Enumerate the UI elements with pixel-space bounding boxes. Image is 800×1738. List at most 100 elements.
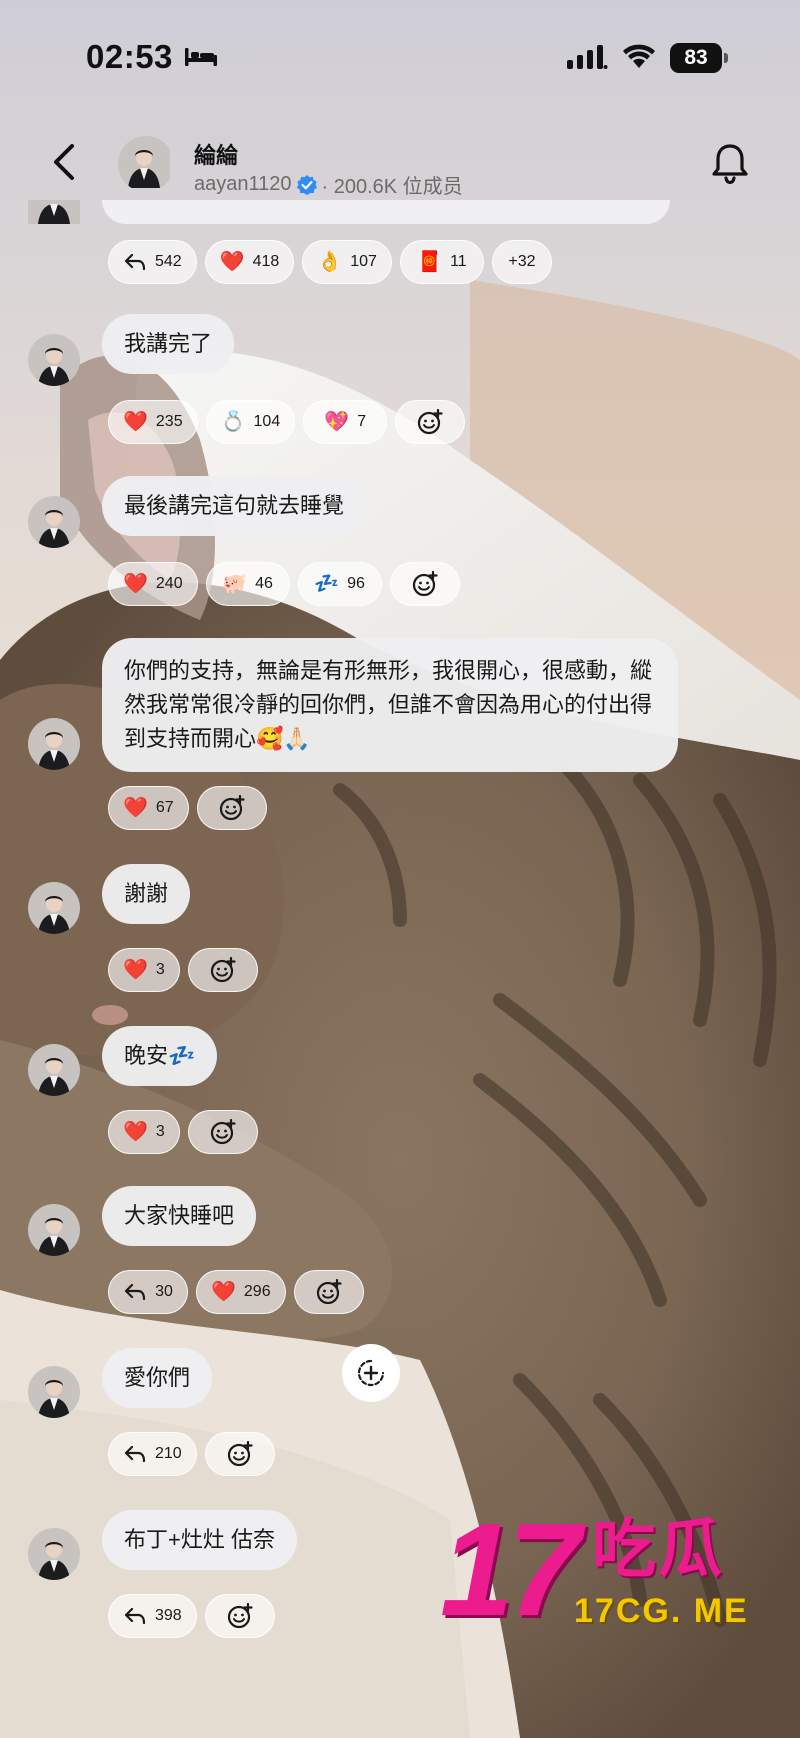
message-bubble[interactable]: 愛你們 [102,1348,213,1408]
reaction-bar: ❤️ 67 [108,786,267,832]
red-heart-emoji: ❤️ [123,573,148,595]
reaction-heart[interactable]: ❤️ 240 [108,562,198,606]
message-bubble[interactable]: 你們的支持，無論是有形無形，我很開心，很感動，縱然我常常很冷靜的回你們，但誰不會… [102,638,678,772]
watermark-logo: 17 吃瓜 17CG. ME [440,1496,780,1660]
message-bubble[interactable]: 布丁+灶灶 估奈 [102,1510,297,1570]
battery-icon: 83 [670,43,728,73]
message-bubble[interactable]: 謝謝 [102,864,191,924]
add-reaction-icon [219,795,245,821]
reaction-sparkling-heart[interactable]: 💖 7 [303,400,388,444]
message-bubble[interactable] [102,200,670,224]
bed-icon [185,48,217,66]
red-heart-emoji: ❤️ [211,1281,236,1303]
add-reaction-button[interactable] [187,948,258,992]
add-reaction-icon [412,571,438,597]
channel-member-count: · 200.6K 位成员 [321,176,463,198]
status-bar: 02:53 83 [0,0,800,110]
message-bubble[interactable]: 我講完了 [102,314,235,374]
add-reaction-icon [227,1603,253,1629]
avatar[interactable] [28,718,80,770]
reaction-heart[interactable]: ❤️ 3 [108,1110,180,1154]
reaction-bar: ❤️ 235 💍 104 💖 7 [108,400,466,446]
reaction-reply[interactable]: 398 [108,1594,197,1638]
avatar[interactable] [28,1366,80,1418]
reaction-more[interactable]: +32 [491,240,552,284]
reaction-bar: ❤️ 240 🐖 46 💤 96 [108,562,460,608]
reaction-reply[interactable]: 30 [108,1270,188,1314]
red-heart-emoji: ❤️ [219,251,245,273]
reaction-red-envelope[interactable]: 🧧 11 [399,240,484,284]
channel-name: 綸綸 [194,143,239,168]
avatar[interactable] [28,882,80,934]
reaction-zzz[interactable]: 💤 96 [297,562,382,606]
ok-hand-emoji: 👌 [317,251,343,273]
pig-emoji: 🐖 [222,573,248,595]
avatar[interactable] [28,496,80,548]
sparkling-heart-emoji: 💖 [324,411,350,433]
reaction-heart[interactable]: ❤️ 296 [196,1270,286,1314]
message-bubble[interactable]: 大家快睡吧 [102,1186,257,1246]
add-reaction-button[interactable] [204,1594,275,1638]
reply-arrow-icon [124,1445,146,1463]
add-circle-icon [357,1359,385,1387]
reaction-heart[interactable]: ❤️ 235 [108,400,198,444]
red-heart-emoji: ❤️ [123,797,148,819]
channel-handle: aayan1120 [194,173,292,195]
reaction-bar: 30 ❤️ 296 [108,1270,364,1316]
reply-arrow-icon [124,253,146,271]
channel-subtitle: aayan1120 · 200.6K 位成员 [194,170,463,199]
back-arrow-icon[interactable] [44,138,84,186]
reaction-bar: 542 ❤️ 418 👌 107 🧧 11 +32 [108,240,552,286]
reaction-reply[interactable]: 210 [108,1432,197,1476]
red-heart-emoji: ❤️ [123,411,148,433]
message-bubble[interactable]: 最後講完這句就去睡覺 [102,476,367,536]
avatar[interactable] [28,1528,80,1580]
red-heart-emoji: ❤️ [123,959,148,981]
ring-emoji: 💍 [220,411,246,433]
reaction-ok-hand[interactable]: 👌 107 [302,240,392,284]
battery-level: 83 [670,43,722,73]
watermark-number: 17 [440,1496,581,1643]
red-heart-emoji: ❤️ [123,1121,148,1143]
cellular-signal-icon [567,45,608,69]
avatar[interactable] [28,200,80,224]
add-reaction-icon [227,1441,253,1467]
add-reaction-button[interactable] [293,1270,364,1314]
reply-arrow-icon [124,1283,146,1301]
add-reaction-button[interactable] [204,1432,275,1476]
reaction-pig[interactable]: 🐖 46 [205,562,290,606]
message-bubble[interactable]: 晚安💤 [102,1026,218,1086]
red-envelope-emoji: 🧧 [417,251,443,273]
reaction-bar: ❤️ 3 [108,1110,258,1156]
add-reaction-button[interactable] [196,786,267,830]
add-reaction-icon [210,957,236,983]
wifi-icon [623,44,655,68]
add-reaction-button[interactable] [389,562,460,606]
watermark-url: 17CG. ME [574,1592,749,1630]
add-reaction-icon [210,1119,236,1145]
add-reaction-button[interactable] [395,400,466,444]
reaction-bar: 398 [108,1594,275,1640]
reaction-bar: 210 [108,1432,275,1478]
watermark-text: 吃瓜 [592,1513,724,1585]
reply-arrow-icon [124,1607,146,1625]
channel-header: 綸綸 aayan1120 · 200.6K 位成员 [0,110,800,210]
reaction-ring[interactable]: 💍 104 [205,400,296,444]
reaction-heart[interactable]: ❤️ 3 [108,948,180,992]
bell-icon[interactable] [708,140,752,188]
channel-avatar[interactable] [118,136,174,192]
avatar[interactable] [28,1044,80,1096]
add-reaction-button[interactable] [187,1110,258,1154]
avatar[interactable] [28,1204,80,1256]
reaction-reply[interactable]: 542 [108,240,197,284]
status-time: 02:53 [86,38,173,75]
add-reaction-icon [316,1279,342,1305]
reaction-heart[interactable]: ❤️ 418 [204,240,295,284]
avatar[interactable] [28,334,80,386]
add-reaction-icon [418,409,443,435]
verified-badge-icon [296,174,317,195]
reaction-heart[interactable]: ❤️ 67 [108,786,189,830]
message-list: 542 ❤️ 418 👌 107 🧧 11 +32 我講完了 ❤️ 235 💍 10… [0,200,800,1738]
reaction-bar: ❤️ 3 [108,948,258,994]
add-reaction-button[interactable] [342,1344,400,1402]
